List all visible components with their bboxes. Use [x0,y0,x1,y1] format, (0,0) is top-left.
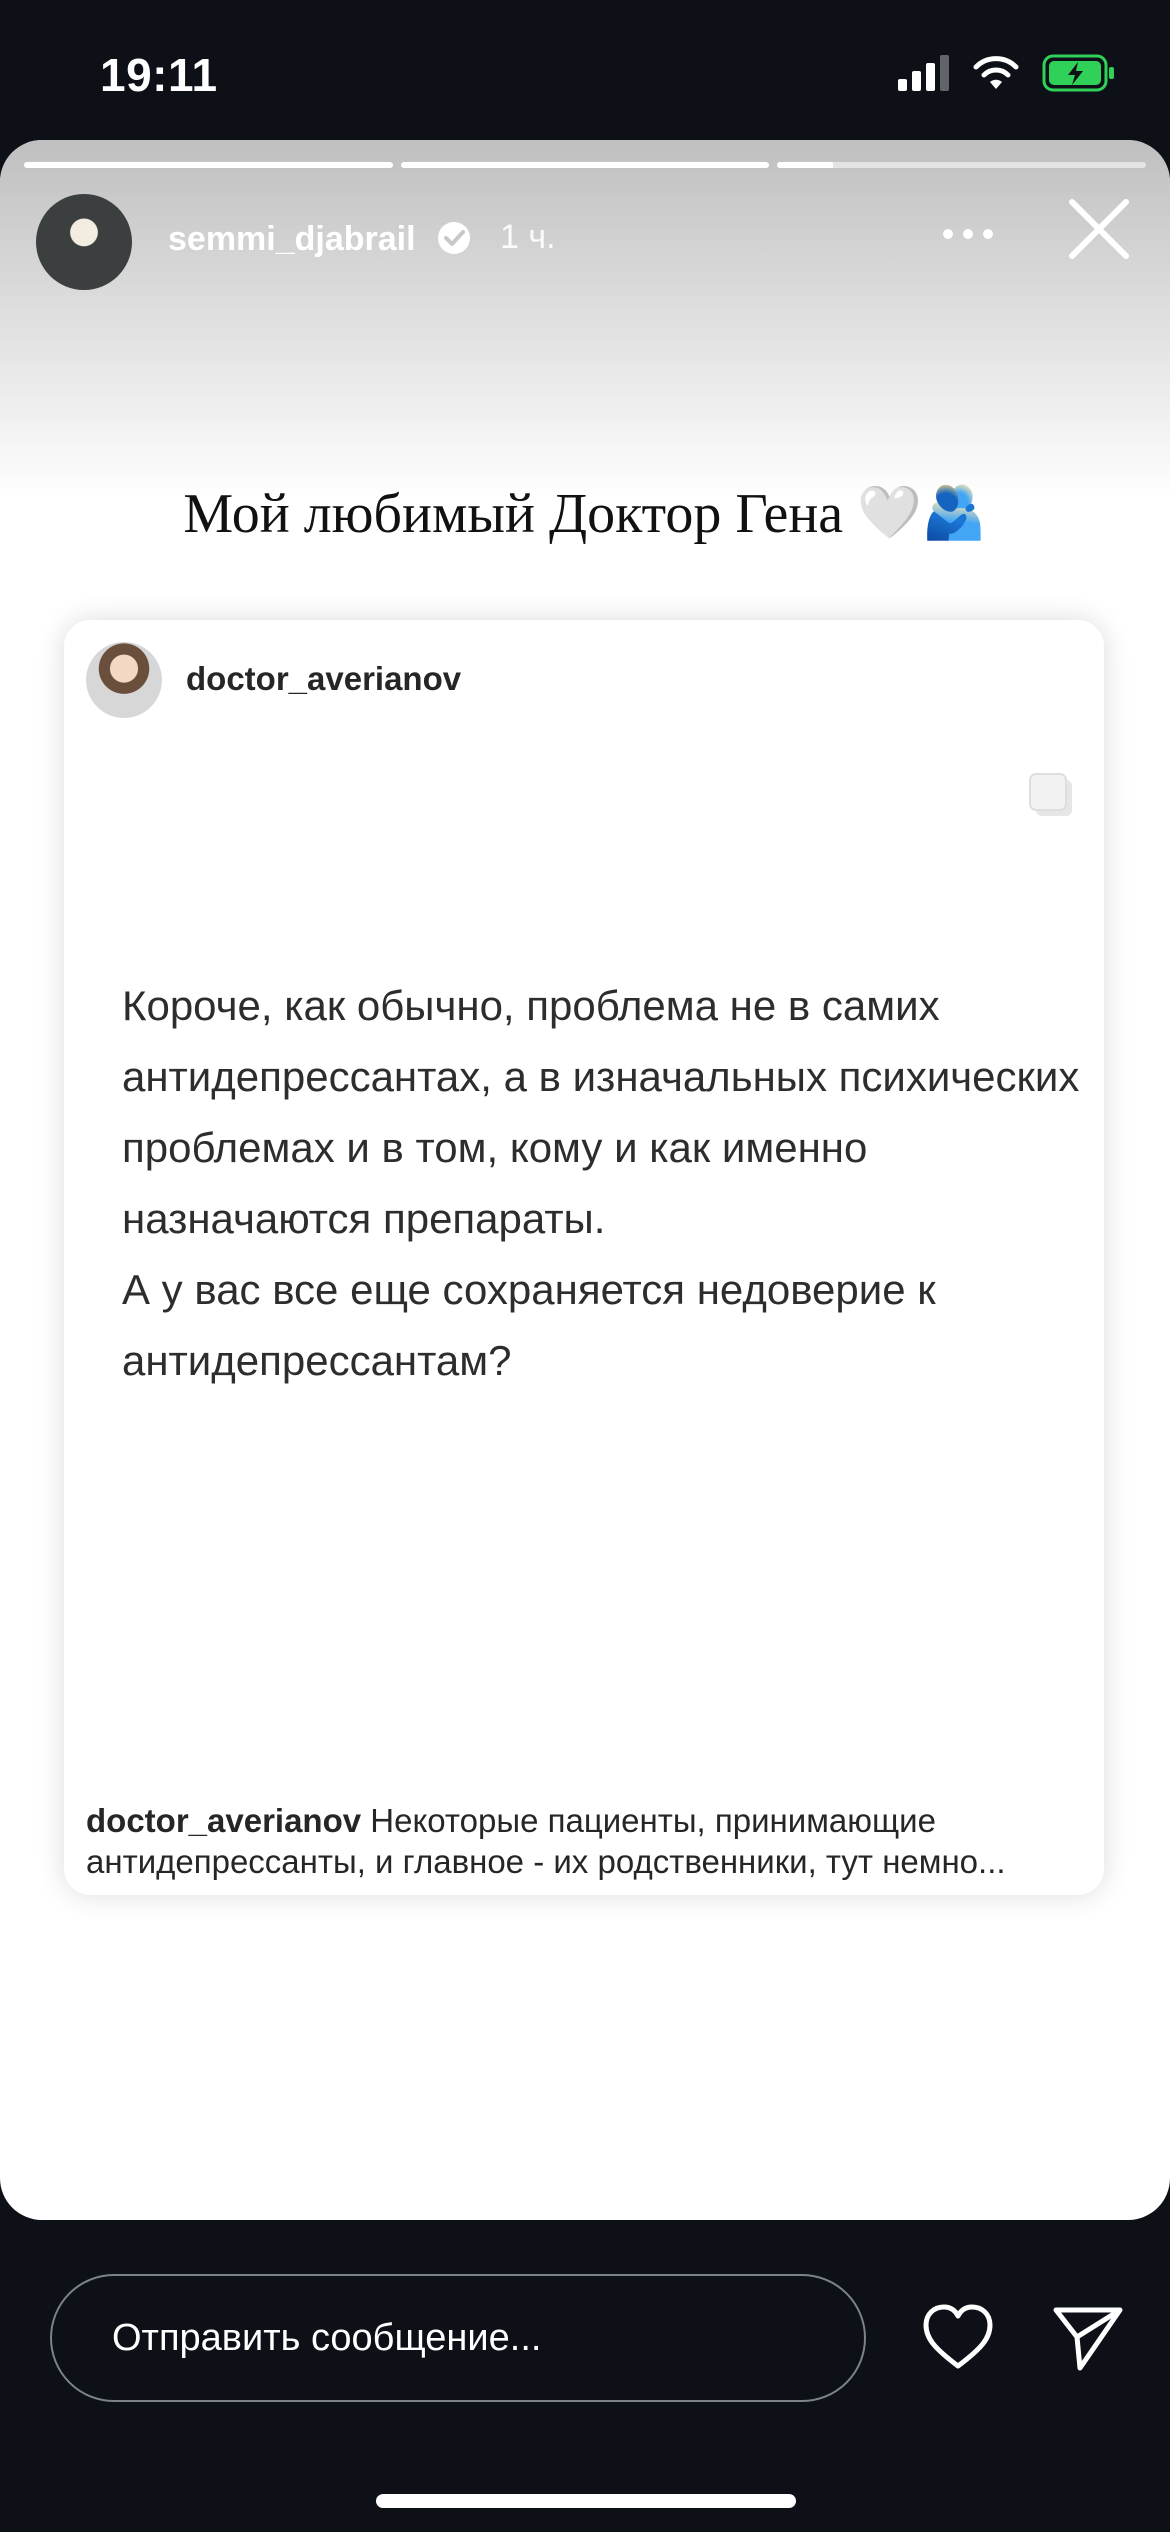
battery-charging-icon [1042,54,1114,92]
author-username[interactable]: semmi_djabrail [168,220,416,259]
status-time: 19:11 [100,49,218,101]
wifi-icon [973,56,1019,89]
post-caption-author: doctor_averianov [86,1802,362,1839]
progress-fill [24,162,393,168]
home-indicator [376,2494,796,2508]
post-paragraph: А у вас все еще сохраняется недоверие к … [122,1266,936,1384]
story-progress-bar [24,162,1147,168]
story-header: semmi_djabrail 1 ч. [36,194,1134,294]
post-author-avatar [86,642,162,718]
more-options-icon[interactable] [938,214,998,254]
carousel-icon [1029,773,1072,816]
story-viewer[interactable]: semmi_djabrail 1 ч. Мой любимый Доктор Г… [0,140,1170,2220]
progress-segment [400,162,770,168]
message-input[interactable] [50,2274,866,2402]
story-caption: Мой любимый Доктор Гена 🤍🫂 [0,482,1170,546]
post-body-text: Короче, как обычно, проблема не в самих … [122,970,1082,1396]
post-paragraph: Короче, как обычно, проблема не в самих … [122,982,1080,1242]
caption-emojis: 🤍🫂 [857,485,987,542]
send-icon[interactable] [1050,2300,1126,2376]
progress-fill [400,162,770,168]
status-bar: 19:11 [0,0,1170,140]
reply-bar [0,2220,1170,2532]
close-icon[interactable] [1064,194,1134,264]
progress-fill [777,162,833,168]
status-icons [898,50,1116,96]
post-author-username: doctor_averianov [186,660,462,697]
progress-segment [777,162,1147,168]
post-caption: doctor_averianov Некоторые пациенты, при… [86,1800,1086,1882]
shared-post-card[interactable]: doctor_averianov Короче, как обычно, про… [64,620,1104,1895]
cellular-signal-icon [898,55,949,91]
verified-badge-icon [438,222,470,254]
heart-icon[interactable] [920,2300,996,2376]
progress-segment [24,162,393,168]
author-avatar[interactable] [36,194,132,290]
story-time-ago: 1 ч. [500,218,556,256]
caption-text: Мой любимый Доктор Гена [183,483,844,545]
